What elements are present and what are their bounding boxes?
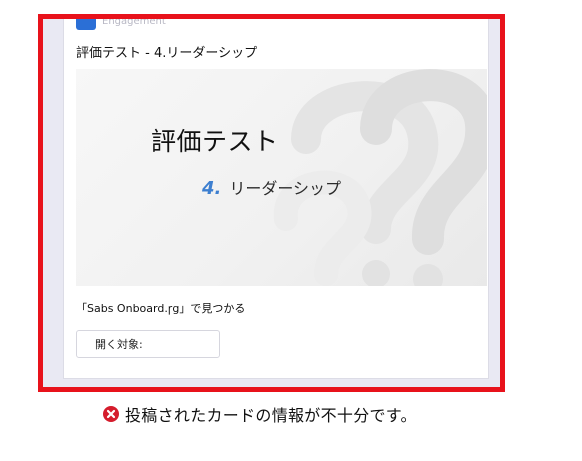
hero-subtitle-text: リーダーシップ: [229, 179, 342, 198]
error-x-circle-icon: [103, 406, 119, 422]
card-backdrop: Engagement 評価テスト - 4.リーダーシップ 評価テスト 4. リー…: [43, 19, 500, 387]
hero-subtitle-number: 4.: [202, 178, 222, 199]
highlight-frame: Engagement 評価テスト - 4.リーダーシップ 評価テスト 4. リー…: [38, 14, 505, 392]
app-header: Engagement: [76, 19, 166, 30]
error-message: 投稿されたカードの情報が不十分です。: [125, 406, 417, 425]
found-in-text: 「Sabs Onboard.ꞅg」で見つかる: [76, 302, 246, 315]
card-title: 評価テスト - 4.リーダーシップ: [76, 46, 258, 61]
app-logo-icon: [76, 19, 96, 30]
app-name: Engagement: [102, 19, 166, 27]
hero-subtitle: 4. リーダーシップ: [202, 175, 341, 199]
open-in-button[interactable]: 開く対象:: [76, 330, 220, 358]
message-card: Engagement 評価テスト - 4.リーダーシップ 評価テスト 4. リー…: [63, 19, 489, 379]
hero-image: 評価テスト 4. リーダーシップ: [76, 69, 487, 286]
hero-title: 評価テスト: [151, 127, 279, 156]
error-message-row: 投稿されたカードの情報が不十分です。: [103, 402, 417, 426]
